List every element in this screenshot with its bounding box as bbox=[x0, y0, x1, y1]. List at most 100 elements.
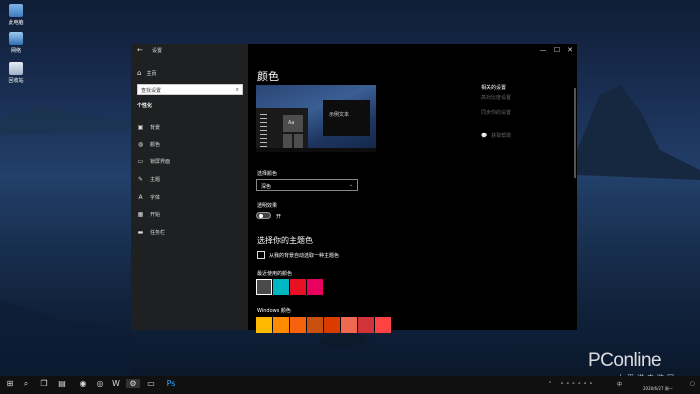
chevron-down-icon: ⌄ bbox=[348, 182, 353, 188]
task-view-icon[interactable]: ❐ bbox=[37, 379, 51, 388]
edge-browser-icon[interactable]: ◉ bbox=[76, 379, 90, 388]
tray-icons[interactable]: ⚬ ⚬ ⚬ ⚬ ⚬ ⚬ bbox=[560, 381, 593, 387]
taskbar-icon: ▬ bbox=[137, 229, 144, 236]
sidebar-item-background[interactable]: ▣ 背景 bbox=[137, 124, 160, 131]
color-swatch[interactable] bbox=[256, 317, 272, 333]
sidebar-item-label: 任务栏 bbox=[150, 230, 166, 236]
search-icon[interactable]: ⌕ bbox=[19, 379, 33, 389]
sidebar-item-label: 主页 bbox=[146, 71, 157, 77]
settings-content: 颜色 Aa 示例文本 选择颜色 深色 ⌄ 透明效果 开 选择你的主题色 从我的背… bbox=[248, 44, 577, 333]
sidebar-item-fonts[interactable]: A 字体 bbox=[137, 194, 160, 201]
color-swatch[interactable] bbox=[307, 317, 323, 333]
color-swatch[interactable] bbox=[290, 317, 306, 333]
settings-sidebar: ⌂ 主页 查找设置 ⌕ 个性化 ▣ 背景 ◍ 颜色 ▭ 锁屏界面 ✎ 主题 A 字体 ▦ 开始… bbox=[131, 44, 248, 330]
color-swatch[interactable] bbox=[307, 279, 323, 295]
search-input[interactable]: 查找设置 ⌕ bbox=[137, 84, 243, 95]
sidebar-item-themes[interactable]: ✎ 主题 bbox=[137, 176, 160, 183]
input-language[interactable]: 中 bbox=[617, 381, 622, 388]
chrome-icon[interactable]: ◎ bbox=[93, 379, 107, 388]
color-swatch[interactable] bbox=[256, 279, 272, 295]
preview-taskbar bbox=[256, 148, 376, 152]
toggle-knob bbox=[259, 214, 263, 218]
preview-window-text: 示例文本 bbox=[329, 112, 350, 118]
search-placeholder: 查找设置 bbox=[141, 88, 162, 94]
sidebar-item-taskbar[interactable]: ▬ 任务栏 bbox=[137, 229, 165, 236]
palette-icon: ◍ bbox=[137, 141, 144, 148]
choose-color-label: 选择颜色 bbox=[257, 171, 278, 177]
color-swatch[interactable] bbox=[341, 317, 357, 333]
word-icon[interactable]: W bbox=[109, 379, 123, 388]
computer-icon bbox=[9, 4, 23, 17]
page-title: 颜色 bbox=[257, 70, 279, 83]
preview-menu-lines bbox=[260, 114, 267, 148]
scrollbar[interactable] bbox=[574, 88, 576, 178]
color-swatch[interactable] bbox=[324, 317, 340, 333]
color-swatch[interactable] bbox=[375, 317, 391, 333]
related-settings-heading: 相关的设置 bbox=[481, 85, 507, 91]
calculator-icon[interactable]: ▤ bbox=[55, 379, 69, 388]
tray-chevron-icon[interactable]: ⌃ bbox=[548, 381, 552, 387]
color-swatch[interactable] bbox=[273, 317, 289, 333]
desktop-icon-label: 网络 bbox=[10, 48, 21, 54]
help-chat-icon: 💬 bbox=[481, 133, 488, 139]
desktop-icon-this-pc[interactable]: 此电脑 bbox=[4, 4, 28, 26]
taskbar: ⊞ ⌕ ❐ ▤ ◉ ◎ W ⚙ ▭ Ps ⌃ ⚬ ⚬ ⚬ ⚬ ⚬ ⚬ 中 202… bbox=[0, 376, 700, 394]
auto-accent-label: 从我的背景自动选取一种主题色 bbox=[269, 253, 340, 259]
recent-colors-label: 最近使用的颜色 bbox=[257, 271, 293, 277]
lock-screen-icon: ▭ bbox=[137, 158, 144, 165]
choose-color-dropdown[interactable]: 深色 ⌄ bbox=[256, 179, 358, 191]
preview-app-window: 示例文本 bbox=[323, 100, 370, 136]
preview-tiles bbox=[283, 134, 303, 149]
color-swatch[interactable] bbox=[358, 317, 374, 333]
settings-gear-icon[interactable]: ⚙ bbox=[126, 379, 140, 388]
color-swatch[interactable] bbox=[290, 279, 306, 295]
windows-colors-label: Windows 颜色 bbox=[257, 308, 291, 314]
network-icon bbox=[9, 32, 23, 45]
theme-brush-icon: ✎ bbox=[137, 176, 144, 183]
sidebar-item-label: 字体 bbox=[150, 195, 161, 201]
related-link-sync[interactable]: 同步你的设置 bbox=[481, 109, 511, 116]
start-icon: ▦ bbox=[137, 211, 144, 218]
theme-preview: Aa 示例文本 bbox=[256, 85, 376, 152]
brand-watermark: PConline bbox=[588, 350, 662, 371]
dropdown-value: 深色 bbox=[261, 184, 272, 190]
sidebar-item-start[interactable]: ▦ 开始 bbox=[137, 211, 160, 218]
font-icon: A bbox=[138, 194, 143, 201]
search-icon: ⌕ bbox=[235, 86, 239, 93]
get-help-link[interactable]: 💬 获取帮助 bbox=[481, 132, 511, 139]
window-title: 设置 bbox=[152, 48, 163, 54]
sidebar-item-label: 主题 bbox=[150, 177, 161, 183]
transparency-label: 透明效果 bbox=[257, 203, 278, 209]
accent-heading: 选择你的主题色 bbox=[257, 236, 313, 245]
desktop-icon-network[interactable]: 网络 bbox=[4, 32, 28, 54]
auto-accent-checkbox[interactable] bbox=[257, 251, 265, 259]
transparency-toggle[interactable] bbox=[256, 212, 271, 219]
preview-tile: Aa bbox=[283, 115, 303, 132]
desktop-icon-label: 回收站 bbox=[8, 78, 24, 84]
desktop-icon-label: 此电脑 bbox=[8, 20, 24, 26]
tray-date[interactable]: 2020/6/27 周一 bbox=[643, 386, 673, 392]
sidebar-item-colors[interactable]: ◍ 颜色 bbox=[137, 141, 160, 148]
back-icon[interactable]: ← bbox=[137, 46, 143, 54]
background-image-icon: ▣ bbox=[137, 124, 144, 131]
sidebar-section-title: 个性化 bbox=[137, 103, 153, 109]
sidebar-item-label: 开始 bbox=[150, 212, 161, 218]
photoshop-icon[interactable]: Ps bbox=[164, 379, 178, 388]
desktop-icon-recycle-bin[interactable]: 回收站 bbox=[4, 62, 28, 84]
sidebar-item-label: 锁屏界面 bbox=[150, 159, 171, 165]
recycle-bin-icon bbox=[9, 62, 23, 75]
get-help-label: 获取帮助 bbox=[491, 133, 512, 139]
transparency-state: 开 bbox=[276, 214, 282, 220]
sidebar-item-lock-screen[interactable]: ▭ 锁屏界面 bbox=[137, 158, 170, 165]
color-swatch[interactable] bbox=[273, 279, 289, 295]
home-icon: ⌂ bbox=[137, 69, 142, 77]
preview-start-menu: Aa bbox=[256, 108, 308, 152]
sidebar-item-label: 背景 bbox=[150, 125, 161, 131]
notification-icon[interactable]: ▢ bbox=[690, 381, 695, 387]
related-link-high-contrast[interactable]: 高对比度设置 bbox=[481, 94, 511, 101]
terminal-icon[interactable]: ▭ bbox=[144, 379, 158, 388]
windows-start-icon[interactable]: ⊞ bbox=[3, 379, 17, 388]
settings-window: ⌂ 主页 查找设置 ⌕ 个性化 ▣ 背景 ◍ 颜色 ▭ 锁屏界面 ✎ 主题 A 字体 ▦ 开始… bbox=[131, 44, 577, 333]
sidebar-item-label: 颜色 bbox=[150, 142, 161, 148]
sidebar-item-home[interactable]: ⌂ 主页 bbox=[137, 69, 156, 77]
